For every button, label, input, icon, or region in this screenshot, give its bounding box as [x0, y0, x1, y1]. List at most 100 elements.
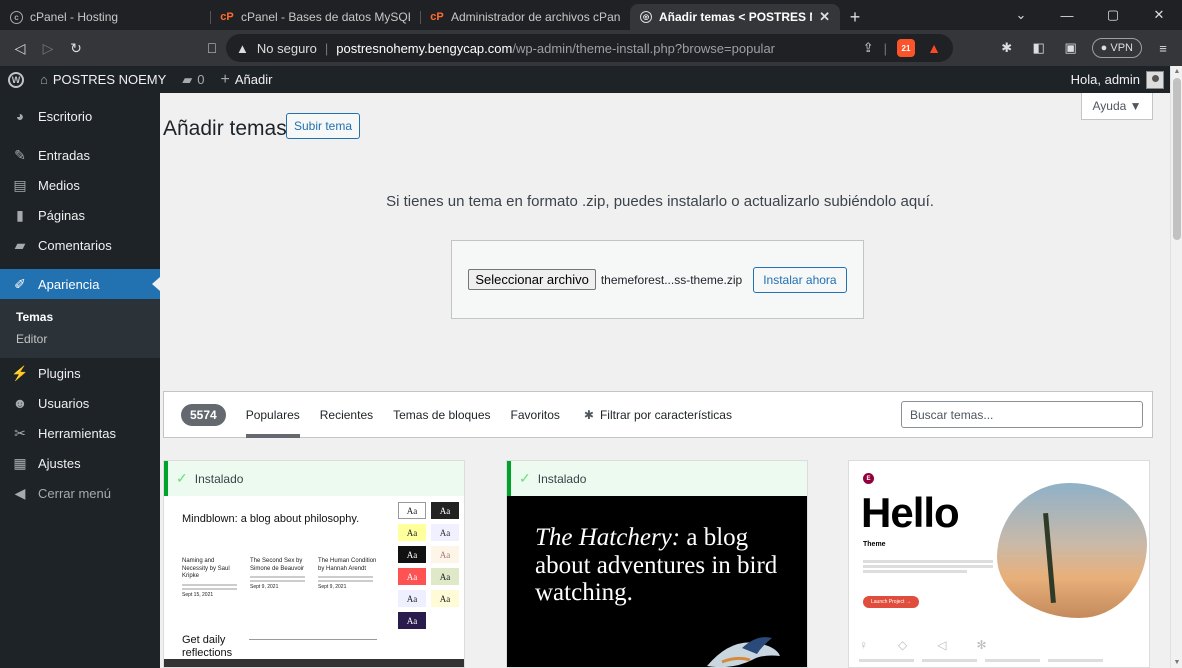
theme-filter-bar: 5574 Populares Recientes Temas de bloque… [163, 391, 1153, 438]
sidebar-icon[interactable]: ◧ [1028, 40, 1050, 56]
close-tab-icon[interactable]: ✕ [819, 9, 830, 25]
lightbulb-icon: ♀ [859, 638, 868, 652]
my-account-link[interactable]: Hola, admin [1071, 66, 1164, 93]
vpn-button[interactable]: ● VPN [1091, 38, 1142, 58]
tab-recientes[interactable]: Recientes [320, 391, 373, 438]
install-now-button[interactable]: Instalar ahora [753, 266, 847, 293]
dashboard-icon: ◕ [15, 108, 25, 124]
new-content-link[interactable]: + Añadir [213, 66, 281, 93]
plus-icon: + [220, 70, 230, 88]
installed-notice: ✓ Instalado [507, 461, 807, 496]
checkmark-icon: ✓ [176, 470, 188, 486]
page-scrollbar[interactable]: ▲ ▼ [1170, 66, 1182, 668]
cpanel-icon: cP [220, 11, 234, 23]
scrollbar-thumb[interactable] [1173, 78, 1181, 240]
scroll-up-icon[interactable]: ▲ [1171, 68, 1182, 75]
wp-logo-menu[interactable]: W [0, 66, 32, 93]
sidebar-item-label: Páginas [38, 207, 85, 223]
send-icon: ◁ [937, 638, 947, 652]
sidebar-item-usuarios[interactable]: ☻ Usuarios [0, 388, 160, 418]
scroll-down-icon[interactable]: ▼ [1171, 659, 1182, 666]
close-window-icon[interactable]: ✕ [1136, 0, 1182, 30]
sidebar-item-herramientas[interactable]: ✂ Herramientas [0, 418, 160, 448]
new-tab-button[interactable]: + [840, 4, 870, 30]
theme-screenshot: E Hello Theme Launch Project → ♀ ◇ ◁ ✻ [849, 461, 1149, 667]
swatch: Aa [398, 568, 426, 585]
greeting: Hola, admin [1070, 72, 1140, 87]
minimize-icon[interactable]: — [1044, 0, 1090, 30]
menu-icon[interactable]: ≡ [1152, 41, 1174, 56]
text-line [922, 659, 977, 662]
back-icon[interactable]: ◁ [6, 34, 34, 62]
tools-icon: ✂ [14, 424, 26, 441]
sidebar-item-medios[interactable]: ▤ Medios [0, 170, 160, 200]
choose-file-button[interactable]: Seleccionar archivo [468, 269, 596, 290]
theme-card-2[interactable]: ✓ Instalado The Hatchery: a blog about ad… [506, 460, 808, 668]
sidebar-item-label: Cerrar menú [38, 485, 111, 501]
brave-rewards-icon[interactable]: ▲ [925, 39, 943, 57]
site-name-link[interactable]: ⌂ POSTRES NOEMY [32, 66, 174, 93]
tab-favoritos[interactable]: Favoritos [511, 391, 560, 438]
sidebar-item-comentarios[interactable]: ▰ Comentarios [0, 230, 160, 260]
address-bar[interactable]: ▲ No seguro | postresnohemy.bengycap.com… [226, 34, 953, 62]
comments-link[interactable]: ▰ 0 [174, 66, 212, 93]
page-title: Añadir temas [163, 117, 287, 140]
not-secure-label: No seguro [256, 40, 317, 56]
url-domain: postresnohemy.bengycap.com [336, 40, 513, 56]
reload-icon[interactable]: ↻ [62, 34, 90, 62]
swatch: Aa [431, 502, 459, 519]
submenu-item-editor[interactable]: Editor [0, 328, 160, 350]
toolbar-right: ✱ ◧ ▣ ● VPN ≡ [996, 34, 1174, 62]
share-icon[interactable]: ⇪ [863, 40, 874, 56]
search-themes-input[interactable] [901, 401, 1143, 428]
media-icon: ▤ [13, 176, 27, 193]
browser-tab-cpanel-hosting[interactable]: c cPanel - Hosting [0, 4, 210, 30]
sidebar-item-label: Apariencia [38, 276, 100, 292]
submenu-item-temas[interactable]: Temas [0, 306, 160, 328]
preview-footer [164, 659, 464, 667]
theme-card-1[interactable]: ✓ Instalado Mindblown: a blog about philo… [163, 460, 465, 668]
text-line [985, 659, 1040, 662]
text-line [182, 587, 237, 590]
preview-posts: Naming and Necessity by Saul Kripke Sept … [170, 558, 378, 598]
extensions-icon[interactable]: ✱ [996, 40, 1018, 56]
forward-icon[interactable]: ▷ [34, 34, 62, 62]
browser-tab-mysql[interactable]: cP cPanel - Bases de datos MySQL® [210, 4, 420, 30]
preview-post: Naming and Necessity by Saul Kripke Sept … [182, 558, 242, 598]
sidebar-item-cerrar-menu[interactable]: ◀ Cerrar menú [0, 478, 160, 508]
feature-filter-button[interactable]: ✱ Filtrar por características [584, 391, 732, 438]
separator: | [324, 40, 329, 56]
sidebar-item-escritorio[interactable]: ◕ Escritorio [0, 101, 160, 131]
sidebar-item-entradas[interactable]: ✎ Entradas [0, 140, 160, 170]
bookmark-icon[interactable]: ⎕ [198, 34, 226, 62]
upload-theme-button[interactable]: Subir tema [286, 113, 361, 139]
preview-post: The Second Sex by Simone de Beauvoir Sept… [250, 558, 310, 598]
text-line [318, 576, 373, 578]
text-line [863, 565, 993, 568]
wallet-icon[interactable]: ▣ [1060, 40, 1082, 56]
preview-daily: Get daily reflections [182, 634, 233, 660]
bird-illustration [707, 637, 780, 667]
browser-tab-add-themes[interactable]: ◎ Añadir temas < POSTRES NOEMY ✕ [630, 4, 840, 30]
tab-title: Añadir temas < POSTRES NOEMY [659, 10, 812, 24]
brave-shields-icon[interactable]: 21 [897, 39, 915, 57]
help-tab-button[interactable]: Ayuda ▼ [1081, 93, 1153, 120]
sidebar-item-plugins[interactable]: ⚡ Plugins [0, 358, 160, 388]
tab-search-icon[interactable]: ⌄ [998, 0, 1044, 30]
users-icon: ☻ [12, 395, 28, 411]
elementor-icon: E [863, 473, 874, 484]
theme-card-3[interactable]: E Hello Theme Launch Project → ♀ ◇ ◁ ✻ [848, 460, 1150, 668]
theme-count-badge: 5574 [181, 403, 226, 426]
sidebar-item-label: Comentarios [38, 237, 112, 253]
restore-icon[interactable]: ▢ [1090, 0, 1136, 30]
tab-title: Administrador de archivos cPanel v3 [451, 10, 620, 24]
sidebar-item-ajustes[interactable]: ▦ Ajustes [0, 448, 160, 478]
sidebar-item-apariencia[interactable]: ✐ Apariencia [0, 269, 160, 299]
sidebar-item-paginas[interactable]: ▮ Páginas [0, 200, 160, 230]
tab-populares[interactable]: Populares [245, 391, 300, 438]
tab-temas-de-bloques[interactable]: Temas de bloques [393, 391, 490, 438]
notice-label: Instalado [537, 471, 587, 486]
browser-tab-file-manager[interactable]: cP Administrador de archivos cPanel v3 [420, 4, 630, 30]
